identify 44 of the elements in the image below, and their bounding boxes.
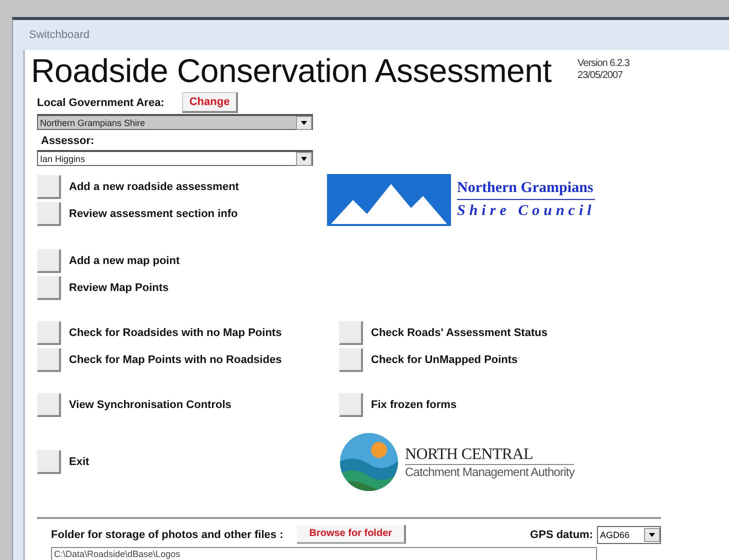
caret-icon <box>301 156 307 160</box>
square-button[interactable] <box>37 248 61 272</box>
square-button[interactable] <box>37 392 61 416</box>
gps-dropdown[interactable]: AGD66 <box>597 526 661 544</box>
field-label: Assessor: <box>41 135 94 147</box>
button-label: Review assessment section info <box>69 208 238 220</box>
square-button[interactable] <box>37 348 61 372</box>
button-label: Check for Roadsides with no Map Points <box>69 326 282 338</box>
browse-button[interactable]: Browse for folder <box>297 525 406 544</box>
caret-icon <box>301 120 307 124</box>
square-button[interactable] <box>339 320 363 344</box>
version-text: Version 6.2.3 <box>578 58 630 70</box>
mountains-logo-icon <box>327 174 451 226</box>
button-label: Check for UnMapped Points <box>371 354 518 366</box>
square-button[interactable] <box>37 320 61 344</box>
square-button[interactable] <box>37 276 61 300</box>
change-button[interactable]: Change <box>182 92 238 113</box>
square-button[interactable] <box>37 202 61 226</box>
square-button[interactable] <box>37 450 61 474</box>
button-label: Check Roads' Assessment Status <box>371 326 548 338</box>
logo-text: NORTH CENTRAL <box>405 446 574 464</box>
square-button[interactable] <box>339 348 363 372</box>
button-label: View Synchronisation Controls <box>69 398 232 410</box>
square-button[interactable] <box>37 174 61 198</box>
button-label: Add a new roadside assessment <box>69 180 239 192</box>
field-label: Local Government Area: <box>37 96 164 108</box>
assessor-dropdown[interactable]: Ian Higgins <box>37 150 313 166</box>
field-label: GPS datum: <box>530 528 593 540</box>
date-text: 23/05/2007 <box>578 70 624 82</box>
caret-icon <box>649 532 655 536</box>
folder-path-field[interactable]: C:\Data\Roadside\dBase\Logos <box>51 547 597 560</box>
lga-dropdown[interactable]: Northern Grampians Shire <box>37 114 313 130</box>
app-title: Roadside Conservation Assessment <box>31 52 552 90</box>
logo-text: Catchment Management Authority <box>405 464 574 478</box>
window-title: Switchboard <box>29 29 90 41</box>
logo-text: Shire Council <box>457 202 596 220</box>
logo-text: Northern Grampians <box>457 180 596 200</box>
field-label: Folder for storage of photos and other files : <box>51 528 284 540</box>
square-button[interactable] <box>339 392 363 416</box>
button-label: Fix frozen forms <box>371 398 457 410</box>
button-label: Add a new map point <box>69 254 180 266</box>
button-label: Review Map Points <box>69 282 169 294</box>
button-label: Exit <box>69 456 90 468</box>
button-label: Check for Map Points with no Roadsides <box>69 354 282 366</box>
